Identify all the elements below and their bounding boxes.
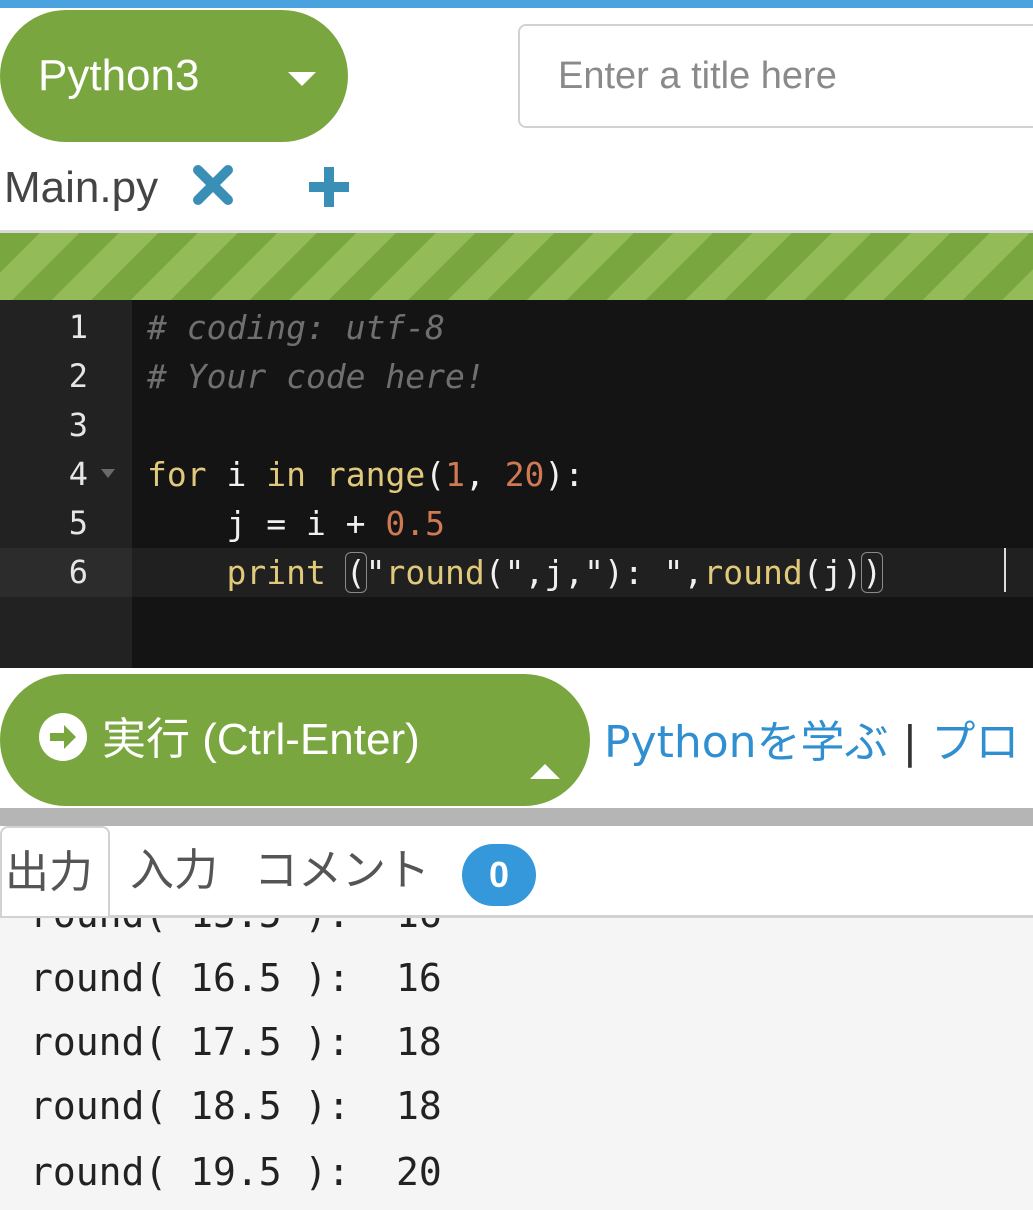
output-tabs: 出力 入力 コメント 0: [0, 826, 1033, 918]
code-line-5: j = i + 0.5: [147, 504, 446, 543]
arrow-circle-icon: [39, 713, 87, 761]
top-accent-strip: [0, 0, 1033, 8]
progress-stripe-bar: [0, 230, 1033, 300]
line-number: 1: [68, 308, 88, 346]
tab-output[interactable]: 出力: [0, 826, 110, 916]
text-cursor: [1004, 548, 1006, 592]
link-separator: |: [902, 717, 918, 768]
output-line: round( 16.5 ): 16: [30, 956, 442, 1000]
file-tab-main[interactable]: Main.py: [4, 158, 158, 218]
code-line-4: for i in range(1, 20):: [147, 455, 585, 494]
tab-comments[interactable]: コメント: [254, 826, 430, 916]
close-icon[interactable]: [190, 162, 236, 208]
output-line: round( 18.5 ): 18: [30, 1084, 442, 1128]
line-number: 6: [68, 553, 88, 591]
title-input[interactable]: [518, 24, 1033, 128]
line-number: 5: [68, 504, 88, 542]
code-line-2: # Your code here!: [147, 357, 485, 396]
code-line-6: print ("round(",j,"): ",round(j)): [226, 552, 884, 593]
line-number: 4: [68, 455, 88, 493]
code-line-1: # coding: utf-8: [147, 308, 446, 347]
comment-count-badge: 0: [462, 844, 536, 906]
output-line: round( 17.5 ): 18: [30, 1020, 442, 1064]
chevron-up-icon[interactable]: [530, 764, 560, 779]
plus-icon[interactable]: [306, 164, 352, 210]
more-link[interactable]: プロ: [931, 717, 1019, 768]
tab-input[interactable]: 入力: [130, 826, 218, 916]
run-button-label: 実行 (Ctrl-Enter): [102, 715, 420, 764]
line-number: 2: [68, 357, 88, 395]
output-line: round( 15.5 ): 16: [30, 918, 442, 946]
chevron-down-icon: [288, 72, 316, 86]
fold-arrow-icon[interactable]: [100, 468, 116, 480]
language-label: Python3: [38, 51, 200, 100]
learn-python-link[interactable]: Pythonを学ぶ: [604, 717, 889, 768]
language-select-button[interactable]: Python3: [0, 10, 348, 142]
run-button[interactable]: 実行 (Ctrl-Enter): [0, 674, 590, 806]
line-number: 3: [68, 406, 88, 444]
output-panel: round( 15.5 ): 16 round( 16.5 ): 16 roun…: [0, 918, 1033, 1210]
resize-divider[interactable]: [0, 808, 1033, 826]
file-tab-label: Main.py: [4, 163, 159, 212]
help-links: Pythonを学ぶ | プロ: [604, 706, 1019, 770]
output-line: round( 19.5 ): 20: [30, 1150, 442, 1194]
code-editor[interactable]: 1 2 3 4 5 6 # coding: utf-8 # Your code …: [0, 300, 1033, 668]
